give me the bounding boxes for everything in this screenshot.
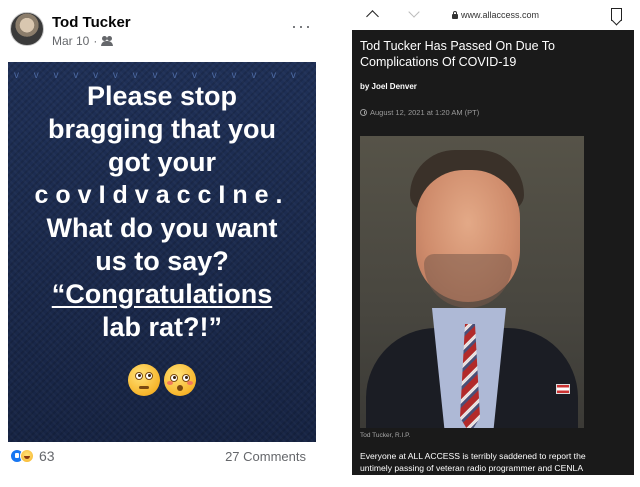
meme-line: got your	[108, 147, 216, 177]
meme-line: “Congratulations	[51, 279, 273, 309]
meme-line: What do you want	[46, 213, 278, 243]
emoji-eye	[135, 372, 143, 380]
article-title: Tod Tucker Has Passed On Due To Complica…	[360, 39, 556, 69]
mobile-browser-screenshot: www.allaccess.com Tod Tucker Has Passed …	[352, 0, 634, 487]
meme-line: lab rat?!”	[101, 312, 222, 342]
article-byline[interactable]: by Joel Denver	[360, 82, 417, 91]
avatar[interactable]	[10, 12, 44, 46]
emoji-row	[8, 364, 316, 396]
friends-icon	[101, 36, 114, 46]
lock-icon	[452, 10, 458, 19]
post-date[interactable]: Mar 10	[52, 34, 89, 48]
article-date-text: August 12, 2021 at 1:20 AM (PT)	[370, 108, 480, 117]
more-options-icon[interactable]: ···	[291, 16, 312, 37]
emoji-cheek	[167, 381, 173, 385]
browser-toolbar: www.allaccess.com	[352, 0, 634, 30]
emoji-mouth	[139, 386, 149, 389]
meme-text: Please stop bragging that you got your c…	[8, 80, 316, 344]
article-date: August 12, 2021 at 1:20 AM (PT)	[360, 108, 479, 117]
haha-icon	[20, 449, 34, 463]
flushed-emoji-icon	[164, 364, 196, 396]
post-author-name[interactable]: Tod Tucker	[52, 14, 131, 31]
reaction-count: 63	[39, 448, 55, 464]
article-body-line: untimely passing of veteran radio progra…	[360, 463, 584, 473]
facebook-post: Tod Tucker Mar 10 · ··· v v v v v v v v …	[0, 0, 326, 487]
chevron-down-icon[interactable]	[408, 6, 420, 18]
post-meta: Mar 10 ·	[52, 34, 114, 48]
article-body: Everyone at ALL ACCESS is terribly sadde…	[360, 450, 628, 474]
article-body-line: Everyone at ALL ACCESS is terribly sadde…	[360, 451, 586, 461]
article-photo[interactable]	[360, 136, 584, 428]
url-text: www.allaccess.com	[461, 10, 540, 20]
meme-image[interactable]: v v v v v v v v v v v v v v v v v Please…	[8, 62, 316, 442]
meme-line: bragging that you	[48, 114, 276, 144]
post-header: Tod Tucker Mar 10 · ···	[10, 10, 316, 50]
meme-line: Please stop	[86, 81, 238, 111]
emoji-eye	[145, 372, 153, 380]
emoji-mouth	[177, 385, 183, 391]
meme-line: us to say?	[95, 246, 229, 276]
photo-beard	[424, 254, 512, 308]
bookmark-icon[interactable]	[611, 8, 622, 21]
address-bar[interactable]: www.allaccess.com	[452, 10, 539, 20]
article: Tod Tucker Has Passed On Due To Complica…	[352, 30, 634, 475]
clock-icon	[360, 109, 367, 116]
meme-line: covIdvaccIne.	[34, 181, 290, 209]
reaction-summary[interactable]: 63	[10, 448, 55, 464]
chevron-up-icon[interactable]	[366, 10, 379, 23]
rolling-eyes-emoji-icon	[128, 364, 160, 396]
meta-separator: ·	[93, 34, 98, 48]
flag-pin-icon	[556, 384, 570, 394]
emoji-cheek	[187, 381, 193, 385]
comments-link[interactable]: 27 Comments	[225, 449, 306, 464]
photo-caption: Tod Tucker, R.I.P.	[360, 432, 411, 439]
post-footer: 63 27 Comments	[8, 445, 316, 467]
